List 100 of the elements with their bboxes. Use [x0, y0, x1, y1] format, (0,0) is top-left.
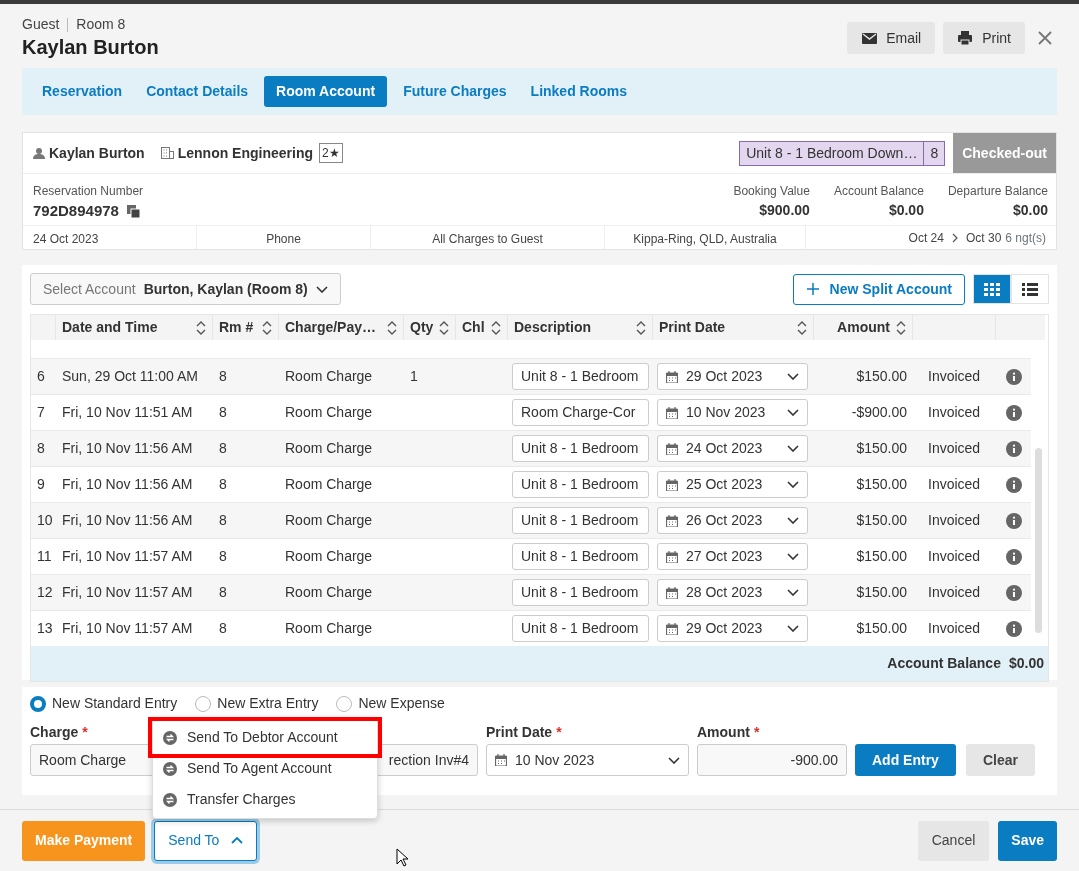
table-cell-text: Fri, 10 Nov 11:56 AM: [61, 475, 194, 494]
menu-item[interactable]: Send To Agent Account: [153, 753, 377, 784]
transfer-icon: [163, 761, 177, 776]
description-field[interactable]: Unit 8 - 1 Bedroom: [512, 471, 649, 498]
tab[interactable]: Reservation: [34, 76, 131, 107]
column-header[interactable]: Description: [514, 317, 591, 338]
sort-icon[interactable]: [636, 320, 646, 335]
table-cell-text: $150.00: [855, 547, 908, 566]
sort-icon[interactable]: [896, 320, 906, 335]
table-cell-text: 12: [36, 583, 54, 602]
building-icon: [160, 147, 174, 159]
scrollbar-thumb[interactable]: [1034, 448, 1042, 633]
menu-item[interactable]: Transfer Charges: [153, 784, 377, 815]
grid-icon: [984, 282, 1000, 296]
print-date-field[interactable]: 27 Oct 2023: [657, 543, 808, 570]
print-date-field[interactable]: 10 Nov 2023: [486, 744, 689, 776]
chevron-down-icon: [315, 285, 328, 293]
sort-icon[interactable]: [491, 320, 501, 335]
stat-value: $0.00: [887, 201, 924, 220]
tab[interactable]: Room Account: [264, 76, 388, 107]
table-cell-text: $150.00: [855, 583, 908, 602]
column-header[interactable]: Print Date: [659, 317, 726, 338]
detail-text: Kippa-Ring, QLD, Australia: [605, 226, 806, 249]
print-button[interactable]: Print: [943, 22, 1025, 54]
radio-label[interactable]: New Extra Entry: [217, 693, 319, 714]
description-field[interactable]: Room Charge-Cor: [512, 399, 649, 426]
info-icon[interactable]: [1005, 584, 1022, 601]
copy-icon[interactable]: [126, 204, 140, 218]
description-field[interactable]: Unit 8 - 1 Bedroom: [512, 507, 649, 534]
column-header[interactable]: Qty: [410, 317, 434, 338]
grid-view-button[interactable]: [973, 274, 1011, 304]
printer-icon: [957, 30, 975, 46]
account-select[interactable]: Select Account Burton, Kaylan (Room 8): [30, 273, 341, 305]
sort-icon[interactable]: [196, 320, 206, 335]
column-header[interactable]: Rm #: [219, 317, 254, 338]
table-cell-text: Fri, 10 Nov 11:57 AM: [61, 583, 194, 602]
stat-label: Booking Value: [733, 183, 810, 200]
radio-label[interactable]: New Expense: [358, 693, 445, 714]
tab[interactable]: Linked Rooms: [522, 76, 636, 107]
table-cell-text: $150.00: [855, 475, 908, 494]
send-to-button[interactable]: Send To: [154, 820, 258, 861]
column-header[interactable]: Date and Time: [62, 317, 158, 338]
column-header[interactable]: Charge/Pay…: [285, 317, 377, 338]
sort-icon[interactable]: [797, 320, 807, 335]
email-button[interactable]: Email: [847, 22, 936, 54]
print-date-field[interactable]: 26 Oct 2023: [657, 507, 808, 534]
info-icon[interactable]: [1005, 548, 1022, 565]
description-field[interactable]: Unit 8 - 1 Bedroom: [512, 579, 649, 606]
table-cell-text: 8: [218, 367, 228, 386]
description-field[interactable]: Unit 8 - 1 Bedroom: [512, 615, 649, 642]
table-cell-text: 8: [218, 439, 228, 458]
sort-icon[interactable]: [439, 320, 449, 335]
print-date-field[interactable]: 29 Oct 2023: [657, 363, 808, 390]
description-field[interactable]: Unit 8 - 1 Bedroom: [512, 543, 649, 570]
radio-button[interactable]: [195, 695, 212, 712]
list-view-button[interactable]: [1011, 274, 1049, 304]
tab[interactable]: Contact Details: [138, 76, 257, 107]
radio-button[interactable]: [30, 695, 46, 712]
table-cell-text: 8: [218, 583, 228, 602]
print-date-field[interactable]: 28 Oct 2023: [657, 579, 808, 606]
add-entry-button[interactable]: Add Entry: [855, 744, 956, 776]
info-icon[interactable]: [1005, 368, 1022, 385]
table-cell-text: $150.00: [855, 367, 908, 386]
table-cell-text: Invoiced: [927, 403, 982, 422]
table-cell-text: 13: [36, 619, 54, 638]
field-label: Amount: [697, 724, 750, 740]
print-date-field[interactable]: 24 Oct 2023: [657, 435, 808, 462]
info-icon[interactable]: [1005, 404, 1022, 421]
description-field[interactable]: Unit 8 - 1 Bedroom: [512, 363, 649, 390]
table-cell-text: 8: [218, 547, 228, 566]
chevron-up-icon: [231, 837, 244, 844]
info-icon[interactable]: [1005, 512, 1022, 529]
tab[interactable]: Future Charges: [395, 76, 515, 107]
amount-field[interactable]: -900.00: [697, 744, 847, 776]
info-icon[interactable]: [1005, 440, 1022, 457]
column-header[interactable]: Amount: [837, 317, 890, 338]
sort-icon[interactable]: [262, 320, 272, 335]
info-icon[interactable]: [1005, 476, 1022, 493]
table-cell-text: Room Charge: [284, 475, 374, 494]
transfer-icon: [163, 792, 177, 807]
table-cell-text: Room Charge: [284, 583, 374, 602]
print-date-field[interactable]: 10 Nov 2023: [657, 399, 808, 426]
new-split-account-button[interactable]: New Split Account: [792, 273, 965, 305]
sort-icon[interactable]: [387, 320, 397, 335]
description-field[interactable]: Unit 8 - 1 Bedroom: [512, 435, 649, 462]
print-date-field[interactable]: 29 Oct 2023: [657, 615, 808, 642]
radio-label[interactable]: New Standard Entry: [52, 693, 178, 714]
column-header[interactable]: Chl: [462, 317, 485, 338]
table-cell-text: -$900.00: [850, 403, 908, 422]
info-icon[interactable]: [1005, 620, 1022, 637]
table-cell-text: 11: [36, 547, 53, 566]
cancel-button[interactable]: Cancel: [917, 820, 990, 861]
clear-button[interactable]: Clear: [965, 744, 1035, 776]
chevron-down-icon: [787, 553, 799, 560]
field-label: Print Date: [486, 724, 553, 740]
print-date-field[interactable]: 25 Oct 2023: [657, 471, 808, 498]
radio-button[interactable]: [336, 695, 353, 712]
table-cell-text: 6: [36, 367, 46, 386]
save-button[interactable]: Save: [998, 820, 1057, 861]
table-cell-text: 7: [36, 403, 46, 422]
